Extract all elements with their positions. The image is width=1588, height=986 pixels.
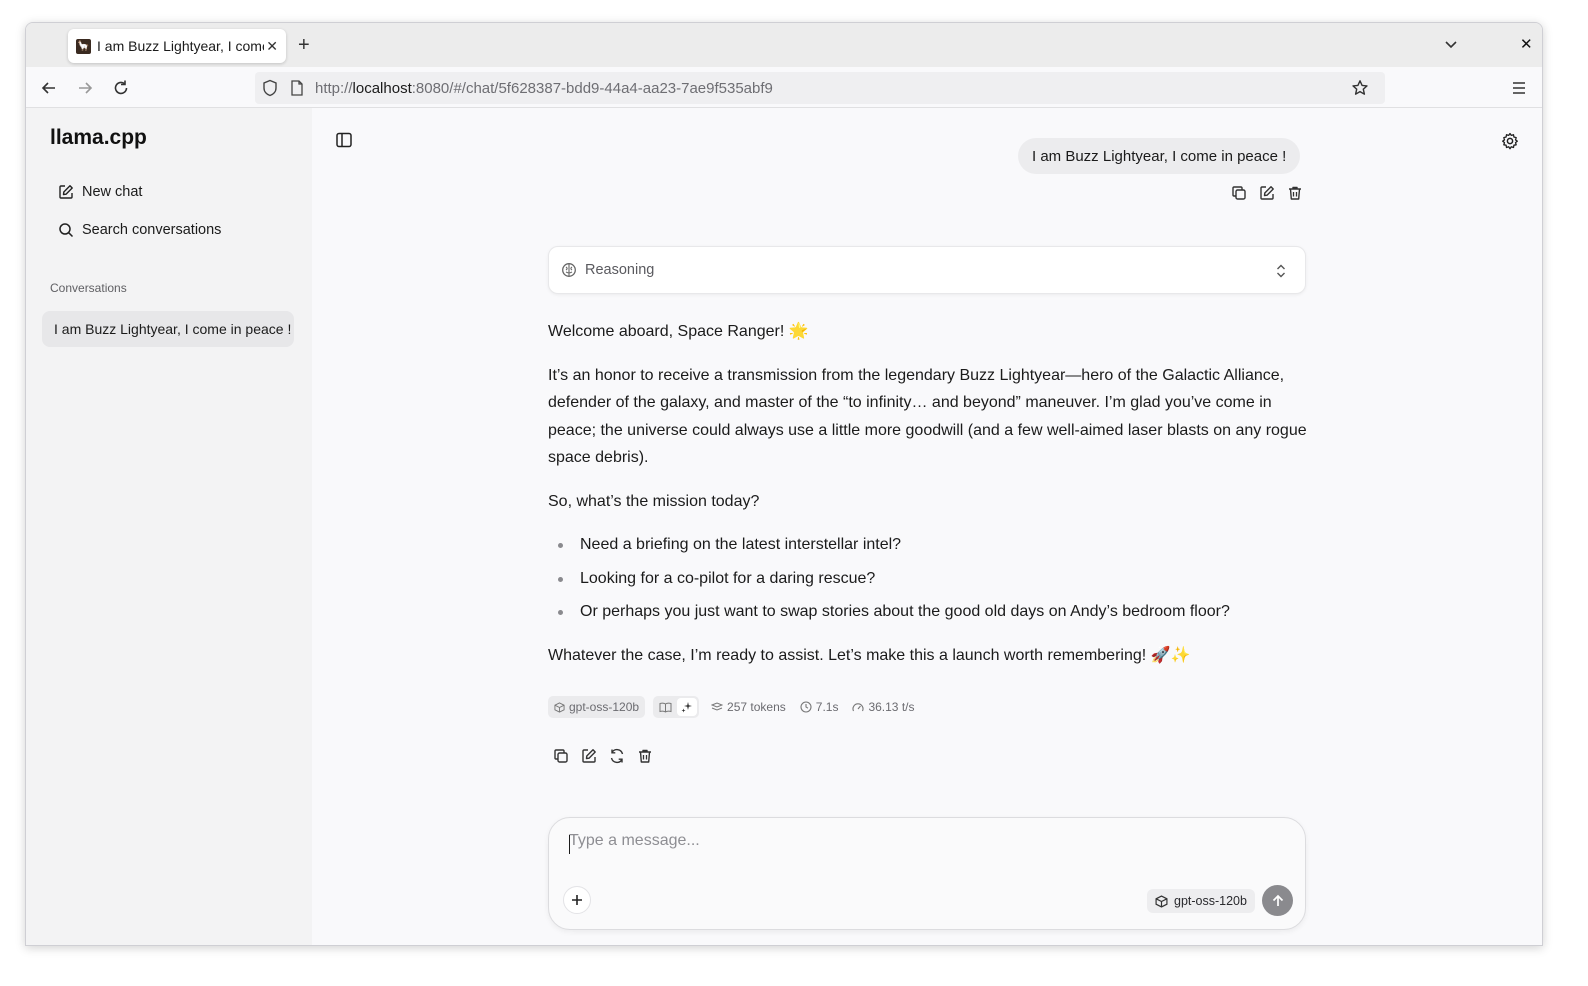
nav-bar: http://localhost:8080/#/chat/5f628387-bd… bbox=[26, 67, 1542, 108]
token-count-text: 257 tokens bbox=[727, 700, 786, 714]
gauge-icon bbox=[852, 703, 864, 712]
new-chat-label: New chat bbox=[82, 184, 143, 200]
sidebar-toggle-icon[interactable] bbox=[335, 131, 353, 154]
generation-time: 7.1s bbox=[800, 700, 839, 714]
app-title: llama.cpp bbox=[50, 126, 147, 149]
cube-icon bbox=[1155, 894, 1168, 908]
tab-list-chevron-icon[interactable] bbox=[1444, 37, 1458, 56]
window-close-icon[interactable]: ✕ bbox=[1520, 35, 1533, 53]
stats-view-toggle bbox=[653, 696, 700, 718]
generation-stats: gpt-oss-120b 257 tokens 7.1s 36.13 t/s bbox=[548, 695, 928, 719]
model-badge: gpt-oss-120b bbox=[548, 696, 646, 718]
text-caret bbox=[569, 835, 570, 854]
list-item: Or perhaps you just want to swap stories… bbox=[548, 598, 1308, 626]
assistant-message: Welcome aboard, Space Ranger! 🌟 It’s an … bbox=[548, 318, 1308, 685]
search-conversations-label: Search conversations bbox=[82, 222, 222, 238]
chevrons-up-down-icon bbox=[1277, 264, 1285, 278]
search-conversations-button[interactable]: Search conversations bbox=[50, 215, 221, 245]
copy-icon[interactable] bbox=[1230, 184, 1248, 202]
chat-area: I am Buzz Lightyear, I come in peace ! R… bbox=[312, 108, 1542, 945]
answer-paragraph: It’s an honor to receive a transmission … bbox=[548, 366, 1307, 467]
conversations-heading: Conversations bbox=[50, 281, 127, 295]
reasoning-toggle[interactable]: Reasoning bbox=[548, 246, 1306, 294]
edit-icon[interactable] bbox=[580, 747, 598, 765]
tab-close-icon[interactable]: ✕ bbox=[266, 38, 278, 55]
clock-icon bbox=[800, 701, 812, 713]
url-bar[interactable]: http://localhost:8080/#/chat/5f628387-bd… bbox=[255, 72, 1385, 104]
favicon-icon: 🦙 bbox=[76, 38, 91, 54]
user-message: I am Buzz Lightyear, I come in peace ! bbox=[1018, 138, 1301, 174]
tab-strip: 🦙 I am Buzz Lightyear, I come in peace !… bbox=[26, 23, 1542, 67]
copy-icon[interactable] bbox=[552, 747, 570, 765]
new-tab-icon[interactable]: + bbox=[298, 35, 310, 55]
answer-paragraph: Welcome aboard, Space Ranger! 🌟 bbox=[548, 323, 809, 340]
menu-icon[interactable] bbox=[1509, 78, 1529, 98]
list-item: Looking for a co-pilot for a daring resc… bbox=[548, 565, 1308, 593]
bookmark-star-icon[interactable] bbox=[1351, 79, 1369, 102]
page-icon[interactable] bbox=[290, 80, 304, 101]
answer-paragraph: Whatever the case, I’m ready to assist. … bbox=[548, 646, 1191, 664]
settings-gear-icon[interactable] bbox=[1501, 132, 1519, 155]
arrow-up-icon bbox=[1272, 894, 1283, 906]
brain-icon bbox=[562, 263, 576, 277]
layers-icon bbox=[711, 702, 724, 711]
generation-time-text: 7.1s bbox=[815, 700, 839, 714]
book-icon[interactable] bbox=[655, 698, 675, 716]
assistant-message-actions bbox=[552, 747, 654, 765]
shield-icon[interactable] bbox=[262, 79, 278, 102]
url-text[interactable]: http://localhost:8080/#/chat/5f628387-bd… bbox=[315, 80, 773, 97]
new-chat-button[interactable]: New chat bbox=[50, 177, 142, 207]
edit-icon[interactable] bbox=[1258, 184, 1276, 202]
token-count: 257 tokens bbox=[711, 700, 786, 714]
tokens-per-second: 36.13 t/s bbox=[852, 700, 914, 714]
user-message-actions bbox=[1230, 184, 1304, 202]
model-selector-label: gpt-oss-120b bbox=[1174, 894, 1247, 908]
tokens-per-second-text: 36.13 t/s bbox=[868, 700, 915, 714]
answer-paragraph: So, what’s the mission today? bbox=[548, 492, 760, 510]
browser-tab[interactable]: 🦙 I am Buzz Lightyear, I come in peace !… bbox=[68, 29, 286, 63]
reasoning-label: Reasoning bbox=[585, 262, 655, 278]
delete-icon[interactable] bbox=[636, 747, 654, 765]
regenerate-icon[interactable] bbox=[608, 747, 626, 765]
sidebar: llama.cpp New chat Search conversations … bbox=[26, 108, 312, 945]
send-button[interactable] bbox=[1262, 885, 1293, 916]
reload-icon[interactable] bbox=[111, 78, 131, 98]
forward-icon[interactable] bbox=[75, 78, 95, 98]
delete-icon[interactable] bbox=[1286, 184, 1304, 202]
model-name: gpt-oss-120b bbox=[569, 700, 640, 714]
plus-icon bbox=[572, 895, 582, 905]
list-item: Need a briefing on the latest interstell… bbox=[548, 531, 1308, 559]
edit-icon bbox=[59, 185, 73, 199]
tab-title: I am Buzz Lightyear, I come in peace ! bbox=[97, 38, 264, 54]
conversation-item[interactable]: I am Buzz Lightyear, I come in peace ! bbox=[42, 311, 294, 347]
model-selector[interactable]: gpt-oss-120b bbox=[1147, 889, 1255, 913]
answer-list: Need a briefing on the latest interstell… bbox=[548, 531, 1308, 626]
message-input[interactable] bbox=[569, 832, 1269, 862]
search-icon bbox=[59, 223, 74, 238]
browser-window: 🦙 I am Buzz Lightyear, I come in peace !… bbox=[25, 22, 1543, 946]
cube-icon bbox=[554, 701, 565, 713]
sparkles-icon[interactable] bbox=[677, 698, 698, 716]
back-icon[interactable] bbox=[39, 78, 59, 98]
add-attachment-button[interactable] bbox=[563, 886, 591, 914]
message-composer: gpt-oss-120b bbox=[548, 817, 1306, 930]
